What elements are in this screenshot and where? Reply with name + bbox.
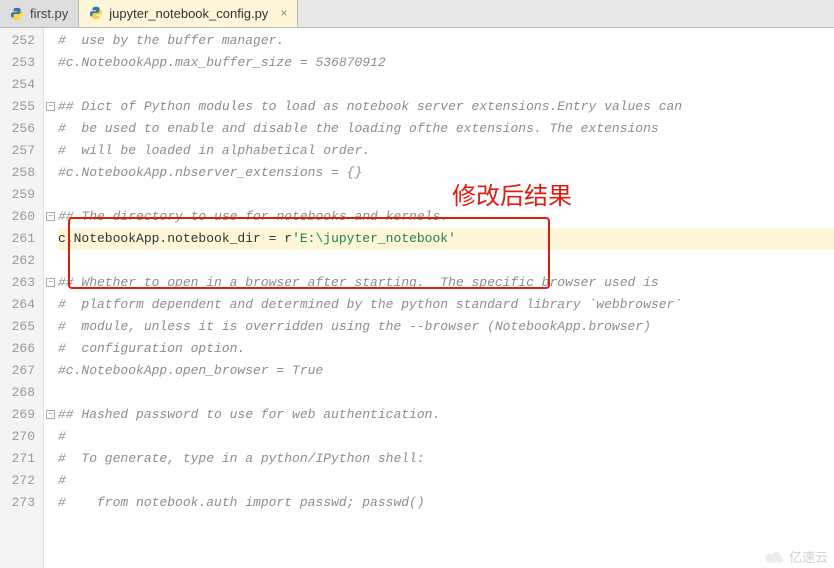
line-number: 257 xyxy=(0,140,35,162)
code-line[interactable]: # platform dependent and determined by t… xyxy=(58,294,834,316)
code-line[interactable] xyxy=(58,382,834,404)
code-line[interactable] xyxy=(58,184,834,206)
code-line[interactable]: −## Dict of Python modules to load as no… xyxy=(58,96,834,118)
python-icon xyxy=(10,7,24,21)
tab-label: jupyter_notebook_config.py xyxy=(109,6,268,21)
watermark-text: 亿速云 xyxy=(789,547,828,566)
line-number: 255 xyxy=(0,96,35,118)
comment-text: # use by the buffer manager. xyxy=(58,33,284,48)
comment-text: #c.NotebookApp.nbserver_extensions = {} xyxy=(58,165,362,180)
line-number: 256 xyxy=(0,118,35,140)
comment-text: ## Whether to open in a browser after st… xyxy=(58,275,659,290)
code-token: 'E:\jupyter_notebook' xyxy=(292,231,456,246)
fold-toggle-icon[interactable]: − xyxy=(46,410,55,419)
line-gutter: 2522532542552562572582592602612622632642… xyxy=(0,28,44,568)
comment-text: # To generate, type in a python/IPython … xyxy=(58,451,425,466)
comment-text: ## The directory to use for notebooks an… xyxy=(58,209,448,224)
line-number: 258 xyxy=(0,162,35,184)
tab-jupyter-config[interactable]: jupyter_notebook_config.py × xyxy=(79,0,298,27)
line-number: 252 xyxy=(0,30,35,52)
fold-toggle-icon[interactable]: − xyxy=(46,102,55,111)
comment-text: # platform dependent and determined by t… xyxy=(58,297,682,312)
code-line[interactable]: c.NotebookApp.notebook_dir = r'E:\jupyte… xyxy=(58,228,834,250)
comment-text: # be used to enable and disable the load… xyxy=(58,121,659,136)
comment-text: # module, unless it is overridden using … xyxy=(58,319,651,334)
code-line[interactable]: # use by the buffer manager. xyxy=(58,30,834,52)
line-number: 259 xyxy=(0,184,35,206)
code-line[interactable]: # will be loaded in alphabetical order. xyxy=(58,140,834,162)
tab-bar: first.py jupyter_notebook_config.py × xyxy=(0,0,834,28)
tab-label: first.py xyxy=(30,6,68,21)
watermark: 亿速云 xyxy=(763,547,828,566)
code-line[interactable]: −## Whether to open in a browser after s… xyxy=(58,272,834,294)
code-line[interactable]: #c.NotebookApp.max_buffer_size = 5368709… xyxy=(58,52,834,74)
fold-toggle-icon[interactable]: − xyxy=(46,278,55,287)
code-line[interactable] xyxy=(58,250,834,272)
code-line[interactable]: # be used to enable and disable the load… xyxy=(58,118,834,140)
comment-text: # from notebook.auth import passwd; pass… xyxy=(58,495,425,510)
fold-toggle-icon[interactable]: − xyxy=(46,212,55,221)
comment-text: # will be loaded in alphabetical order. xyxy=(58,143,370,158)
line-number: 268 xyxy=(0,382,35,404)
tab-first[interactable]: first.py xyxy=(0,0,79,27)
line-number: 263 xyxy=(0,272,35,294)
code-token: c.NotebookApp.notebook_dir xyxy=(58,231,269,246)
code-line[interactable]: # configuration option. xyxy=(58,338,834,360)
comment-text: # configuration option. xyxy=(58,341,245,356)
comment-text: #c.NotebookApp.max_buffer_size = 5368709… xyxy=(58,55,386,70)
line-number: 262 xyxy=(0,250,35,272)
comment-text: #c.NotebookApp.open_browser = True xyxy=(58,363,323,378)
code-line[interactable]: −## The directory to use for notebooks a… xyxy=(58,206,834,228)
line-number: 269 xyxy=(0,404,35,426)
code-token: r xyxy=(284,231,292,246)
code-line[interactable]: # module, unless it is overridden using … xyxy=(58,316,834,338)
line-number: 254 xyxy=(0,74,35,96)
code-line[interactable]: #c.NotebookApp.nbserver_extensions = {} xyxy=(58,162,834,184)
line-number: 267 xyxy=(0,360,35,382)
line-number: 272 xyxy=(0,470,35,492)
comment-text: # xyxy=(58,473,66,488)
line-number: 266 xyxy=(0,338,35,360)
comment-text: ## Dict of Python modules to load as not… xyxy=(58,99,682,114)
code-line[interactable]: #c.NotebookApp.open_browser = True xyxy=(58,360,834,382)
cloud-icon xyxy=(763,549,785,565)
comment-text: # xyxy=(58,429,66,444)
comment-text: ## Hashed password to use for web authen… xyxy=(58,407,440,422)
line-number: 260 xyxy=(0,206,35,228)
code-line[interactable] xyxy=(58,74,834,96)
line-number: 253 xyxy=(0,52,35,74)
code-line[interactable]: # To generate, type in a python/IPython … xyxy=(58,448,834,470)
line-number: 271 xyxy=(0,448,35,470)
close-icon[interactable]: × xyxy=(280,6,287,20)
python-icon xyxy=(89,6,103,20)
code-token: = xyxy=(269,231,285,246)
line-number: 270 xyxy=(0,426,35,448)
editor: 2522532542552562572582592602612622632642… xyxy=(0,28,834,568)
code-line[interactable]: # from notebook.auth import passwd; pass… xyxy=(58,492,834,514)
line-number: 265 xyxy=(0,316,35,338)
code-line[interactable]: −## Hashed password to use for web authe… xyxy=(58,404,834,426)
line-number: 264 xyxy=(0,294,35,316)
code-area[interactable]: # use by the buffer manager.#c.NotebookA… xyxy=(44,28,834,568)
line-number: 273 xyxy=(0,492,35,514)
line-number: 261 xyxy=(0,228,35,250)
code-line[interactable]: # xyxy=(58,426,834,448)
code-line[interactable]: # xyxy=(58,470,834,492)
